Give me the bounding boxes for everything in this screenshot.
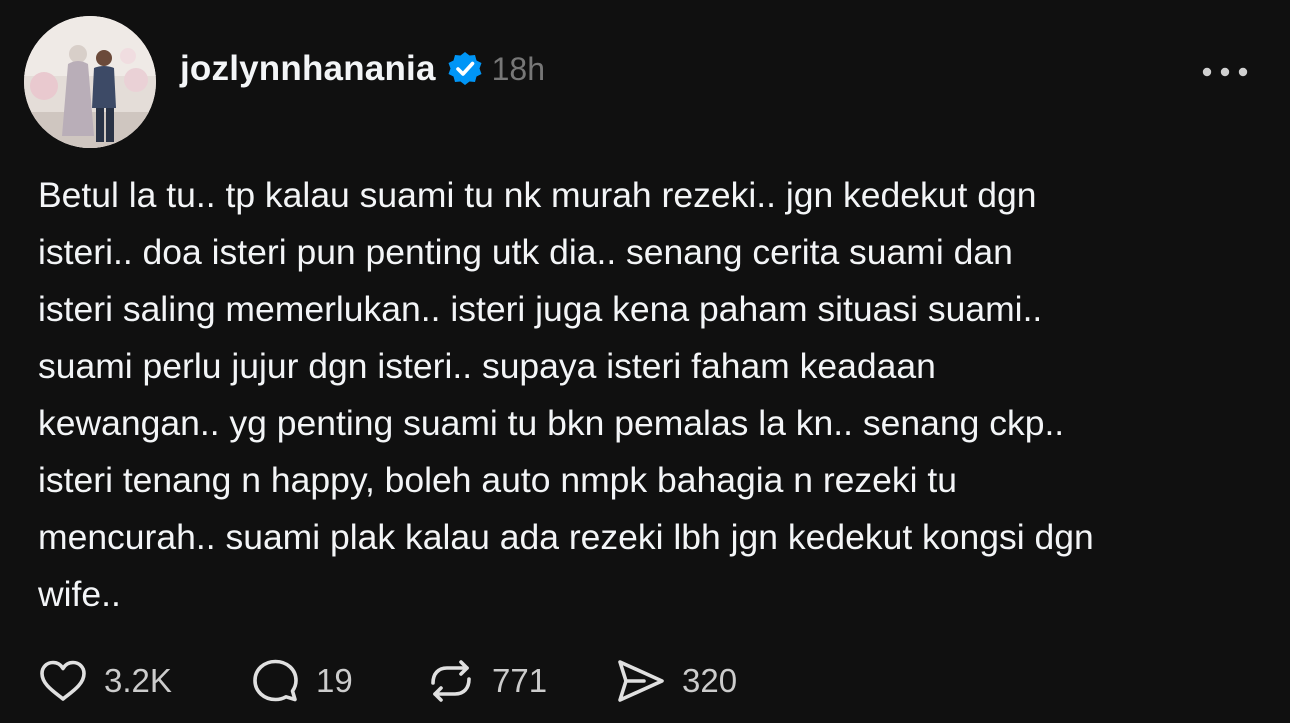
post-body: Betul la tu.. tp kalau suami tu nk murah… <box>38 167 1263 623</box>
post-text-line: kewangan.. yg penting suami tu bkn pemal… <box>38 403 1065 443</box>
reply-count: 19 <box>316 662 353 699</box>
post-text-line: mencurah.. suami plak kalau ada rezeki l… <box>38 517 1094 557</box>
post-text-line: isteri tenang n happy, boleh auto nmpk b… <box>38 460 958 500</box>
thread-post: jozlynnhanania 18h Betul la tu.. tp kala… <box>0 0 1290 723</box>
action-bar: 3.2K 19 771 320 <box>36 654 796 708</box>
like-button[interactable]: 3.2K <box>36 654 172 708</box>
repost-count: 771 <box>492 662 548 699</box>
ellipsis-icon <box>1202 67 1248 77</box>
post-text-line: isteri.. doa isteri pun penting utk dia.… <box>38 232 1013 272</box>
post-text-line: suami perlu jujur dgn isteri.. supaya is… <box>38 346 936 386</box>
post-text-line: Betul la tu.. tp kalau suami tu nk murah… <box>38 175 1037 215</box>
more-options-button[interactable] <box>1197 60 1253 84</box>
repost-button[interactable]: 771 <box>424 654 547 708</box>
verified-badge-icon <box>446 50 484 88</box>
username-link[interactable]: jozlynnhanania <box>180 49 436 89</box>
comment-icon <box>253 659 298 702</box>
like-count: 3.2K <box>104 662 172 699</box>
share-count: 320 <box>682 662 738 699</box>
post-timestamp: 18h <box>491 50 546 87</box>
reply-button[interactable]: 19 <box>248 654 353 708</box>
repost-icon <box>431 660 471 702</box>
send-icon <box>618 660 664 702</box>
share-button[interactable]: 320 <box>614 654 737 708</box>
post-text-line: isteri saling memerlukan.. isteri juga k… <box>38 289 1043 329</box>
post-text-line: wife.. <box>38 574 121 614</box>
avatar[interactable] <box>24 16 156 148</box>
post-header: jozlynnhanania 18h <box>180 44 545 94</box>
heart-icon <box>40 660 86 701</box>
profile-photo-icon <box>24 16 156 148</box>
